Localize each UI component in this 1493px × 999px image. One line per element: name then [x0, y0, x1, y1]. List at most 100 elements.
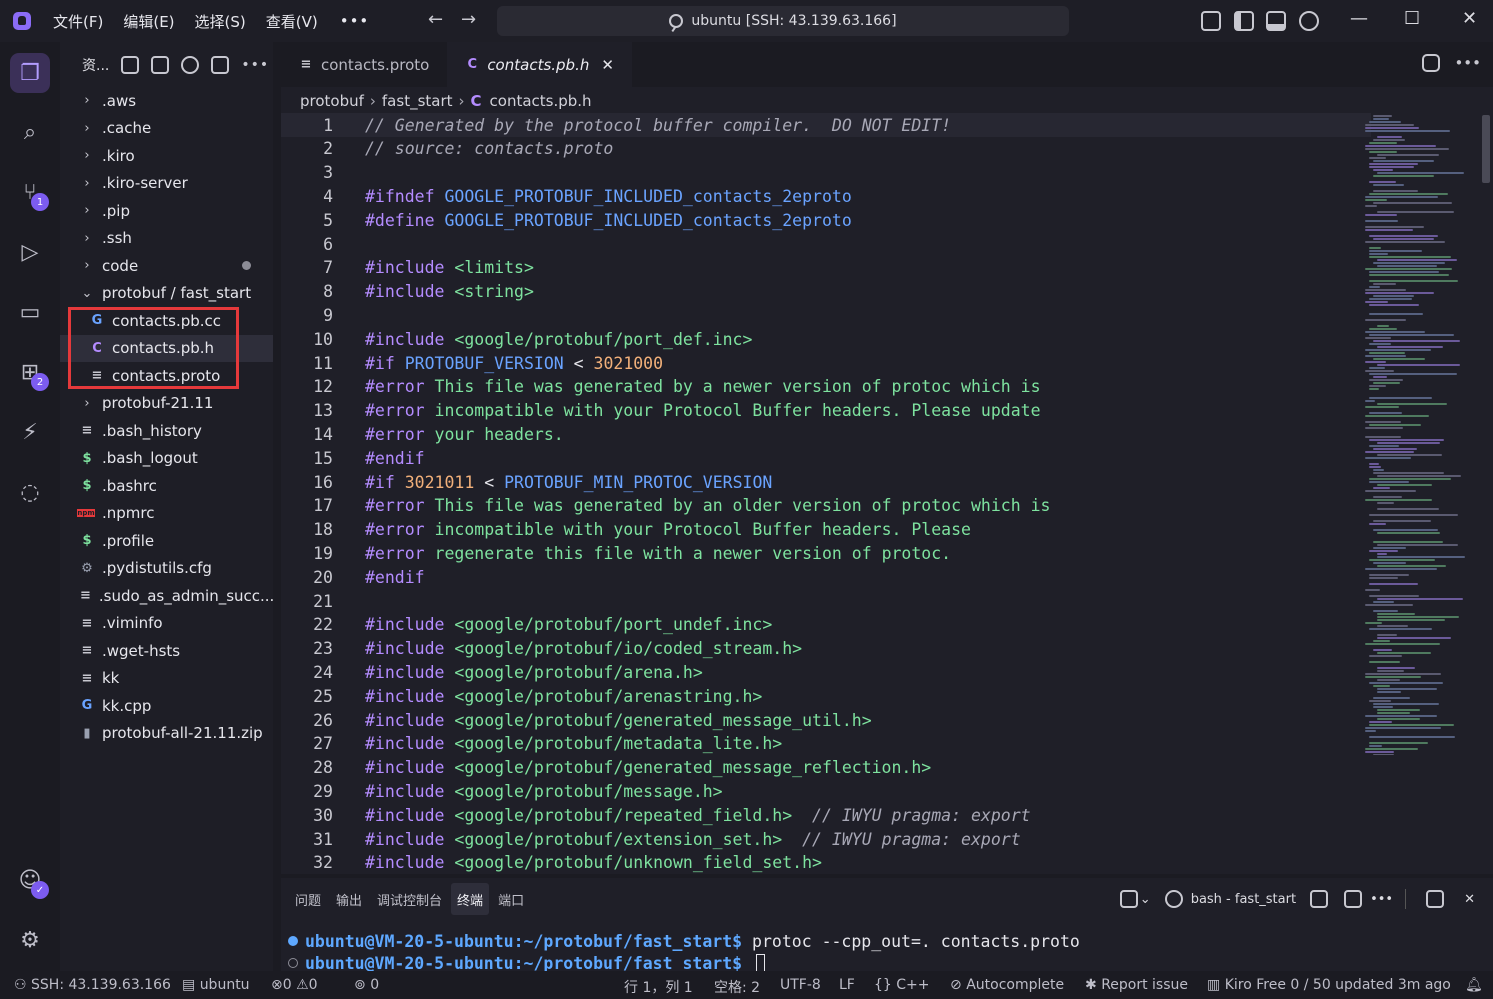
- panel-more-button[interactable]: •••: [1370, 892, 1393, 907]
- tree-file[interactable]: ≡ .viminfo: [60, 610, 273, 637]
- toggle-panel-icon[interactable]: [1266, 11, 1286, 31]
- menu-file[interactable]: 文件(F): [53, 11, 103, 32]
- new-file-icon[interactable]: [121, 56, 140, 74]
- close-tab-icon[interactable]: ✕: [601, 56, 614, 74]
- chat-icon[interactable]: [1299, 11, 1319, 31]
- tree-file[interactable]: ▮ protobuf-all-21.11.zip: [60, 720, 273, 747]
- kiro-ai-icon[interactable]: ⚡: [10, 412, 50, 452]
- tree-folder[interactable]: › .pip: [60, 197, 273, 224]
- explorer-more-button[interactable]: •••: [241, 57, 269, 73]
- code-line[interactable]: 29 #include <google/protobuf/message.h>: [281, 779, 1371, 803]
- tree-file[interactable]: Gcontacts.pb.cc: [60, 307, 273, 334]
- close-panel-icon[interactable]: ✕: [1464, 892, 1475, 907]
- tree-file[interactable]: $ .profile: [60, 527, 273, 554]
- tree-file[interactable]: ≡ .wget-hsts: [60, 637, 273, 664]
- command-center-search[interactable]: ubuntu [SSH: 43.139.63.166]: [497, 6, 1069, 36]
- split-editor-icon[interactable]: [1422, 54, 1441, 72]
- tree-folder[interactable]: › .aws: [60, 87, 273, 114]
- report-issue[interactable]: ✱ Report issue: [1085, 977, 1188, 993]
- breadcrumb-item[interactable]: contacts.pb.h: [490, 92, 592, 110]
- editor-scrollbar[interactable]: [1482, 115, 1490, 183]
- host-indicator[interactable]: ▤ ubuntu: [182, 977, 250, 993]
- code-line[interactable]: 20 #endif: [281, 565, 1371, 589]
- code-line[interactable]: 19 #error regenerate this file with a new…: [281, 541, 1371, 565]
- code-line[interactable]: 24 #include <google/protobuf/arena.h>: [281, 660, 1371, 684]
- tree-folder[interactable]: › .ssh: [60, 225, 273, 252]
- editor-more-button[interactable]: •••: [1454, 54, 1481, 72]
- code-line[interactable]: 21: [281, 589, 1371, 613]
- toggle-sidebar-icon[interactable]: [1234, 11, 1254, 31]
- back-arrow-icon[interactable]: ←: [428, 9, 443, 30]
- language-mode[interactable]: {} C++: [874, 977, 930, 993]
- code-line[interactable]: 14 #error your headers.: [281, 422, 1371, 446]
- tree-folder[interactable]: › code: [60, 252, 273, 279]
- tab-contacts-pb-h[interactable]: C contacts.pb.h ✕: [447, 42, 632, 87]
- code-line[interactable]: 17 #error This file was generated by an o…: [281, 494, 1371, 518]
- tree-folder[interactable]: ⌄ protobuf / fast_start: [60, 280, 273, 307]
- tree-file[interactable]: ≡ contacts.proto: [60, 362, 273, 389]
- autocomplete-status[interactable]: ⊘ Autocomplete: [950, 977, 1064, 993]
- minimize-button[interactable]: —: [1350, 8, 1368, 29]
- code-line[interactable]: 27 #include <google/protobuf/metadata_lit…: [281, 732, 1371, 756]
- command-status-dot[interactable]: [288, 936, 298, 946]
- encoding[interactable]: UTF-8: [780, 977, 821, 993]
- notification-bell-icon[interactable]: 🔔︎: [1465, 977, 1483, 993]
- ports-indicator[interactable]: ⊚ 0: [354, 977, 379, 993]
- code-line[interactable]: 9: [281, 303, 1371, 327]
- tree-file[interactable]: ⚙ .pydistutils.cfg: [60, 555, 273, 582]
- tree-file[interactable]: Gkk.cpp: [60, 692, 273, 719]
- code-line[interactable]: 26 #include <google/protobuf/generated_me…: [281, 708, 1371, 732]
- menu-more-button[interactable]: •••: [340, 12, 370, 30]
- code-line[interactable]: 10 #include <google/protobuf/port_def.inc…: [281, 327, 1371, 351]
- source-control-icon[interactable]: ⑂ 1: [10, 172, 50, 212]
- code-line[interactable]: 22 #include <google/protobuf/port_undef.i…: [281, 613, 1371, 637]
- chevron-down-icon[interactable]: ⌄: [1140, 892, 1151, 907]
- code-line[interactable]: 7 #include <limits>: [281, 256, 1371, 280]
- panel-tab[interactable]: 调试控制台: [371, 883, 448, 915]
- maximize-panel-icon[interactable]: [1426, 890, 1445, 908]
- tree-folder[interactable]: › .kiro-server: [60, 170, 273, 197]
- panel-tab[interactable]: 终端: [451, 883, 490, 915]
- split-pane-icon[interactable]: [1310, 890, 1329, 908]
- ghost-chat-icon[interactable]: ◌: [10, 472, 50, 512]
- run-debug-icon[interactable]: ▷: [10, 232, 50, 272]
- terminal-label[interactable]: bash - fast_start: [1191, 892, 1296, 907]
- collapse-all-icon[interactable]: [211, 56, 230, 74]
- new-folder-icon[interactable]: [151, 56, 170, 74]
- forward-arrow-icon[interactable]: →: [461, 9, 476, 30]
- breadcrumb-item[interactable]: protobuf: [300, 92, 364, 110]
- remote-explorer-icon[interactable]: ▭: [10, 292, 50, 332]
- end-of-line[interactable]: LF: [839, 977, 855, 993]
- code-line[interactable]: 2 // source: contacts.proto: [281, 137, 1371, 161]
- code-line[interactable]: 13 #error incompatible with your Protocol…: [281, 399, 1371, 423]
- code-line[interactable]: 3: [281, 161, 1371, 185]
- tree-folder[interactable]: › .kiro: [60, 142, 273, 169]
- code-line[interactable]: 1 // Generated by the protocol buffer com…: [281, 113, 1371, 137]
- code-line[interactable]: 16 #if 3021011 < PROTOBUF_MIN_PROTOC_VERS…: [281, 470, 1371, 494]
- plan-usage[interactable]: ▥ Kiro Free 0 / 50 updated 3m ago: [1207, 977, 1451, 993]
- split-terminal-icon[interactable]: [1119, 890, 1138, 908]
- tab-contacts-proto[interactable]: ≡ contacts.proto: [281, 42, 447, 87]
- code-line[interactable]: 12 #error This file was generated by a ne…: [281, 375, 1371, 399]
- tree-file[interactable]: ≡ .bash_history: [60, 417, 273, 444]
- menu-edit[interactable]: 编辑(E): [123, 11, 174, 32]
- code-line[interactable]: 5 #define GOOGLE_PROTOBUF_INCLUDED_contac…: [281, 208, 1371, 232]
- trash-icon[interactable]: [1344, 890, 1363, 908]
- code-line[interactable]: 23 #include <google/protobuf/io/coded_str…: [281, 637, 1371, 661]
- problems-indicator[interactable]: ⊗0 ⚠0: [271, 977, 318, 993]
- minimap[interactable]: [1365, 115, 1475, 755]
- cursor-position[interactable]: 行 1，列 1: [624, 977, 693, 997]
- search-view-icon[interactable]: ⌕: [10, 112, 50, 152]
- panel-tab[interactable]: 端口: [492, 883, 530, 915]
- code-line[interactable]: 11 #if PROTOBUF_VERSION < 3021000: [281, 351, 1371, 375]
- extensions-icon[interactable]: ⊞ 2: [10, 352, 50, 392]
- tree-folder[interactable]: › .cache: [60, 115, 273, 142]
- close-window-button[interactable]: ✕: [1462, 8, 1477, 29]
- code-line[interactable]: 18 #error incompatible with your Protocol…: [281, 518, 1371, 542]
- explorer-icon[interactable]: ❐: [10, 53, 50, 93]
- account-icon[interactable]: ☺ ✓: [10, 860, 50, 900]
- menu-selection[interactable]: 选择(S): [195, 11, 246, 32]
- code-line[interactable]: 6: [281, 232, 1371, 256]
- indentation[interactable]: 空格: 2: [714, 977, 760, 997]
- menu-view[interactable]: 查看(V): [266, 11, 318, 32]
